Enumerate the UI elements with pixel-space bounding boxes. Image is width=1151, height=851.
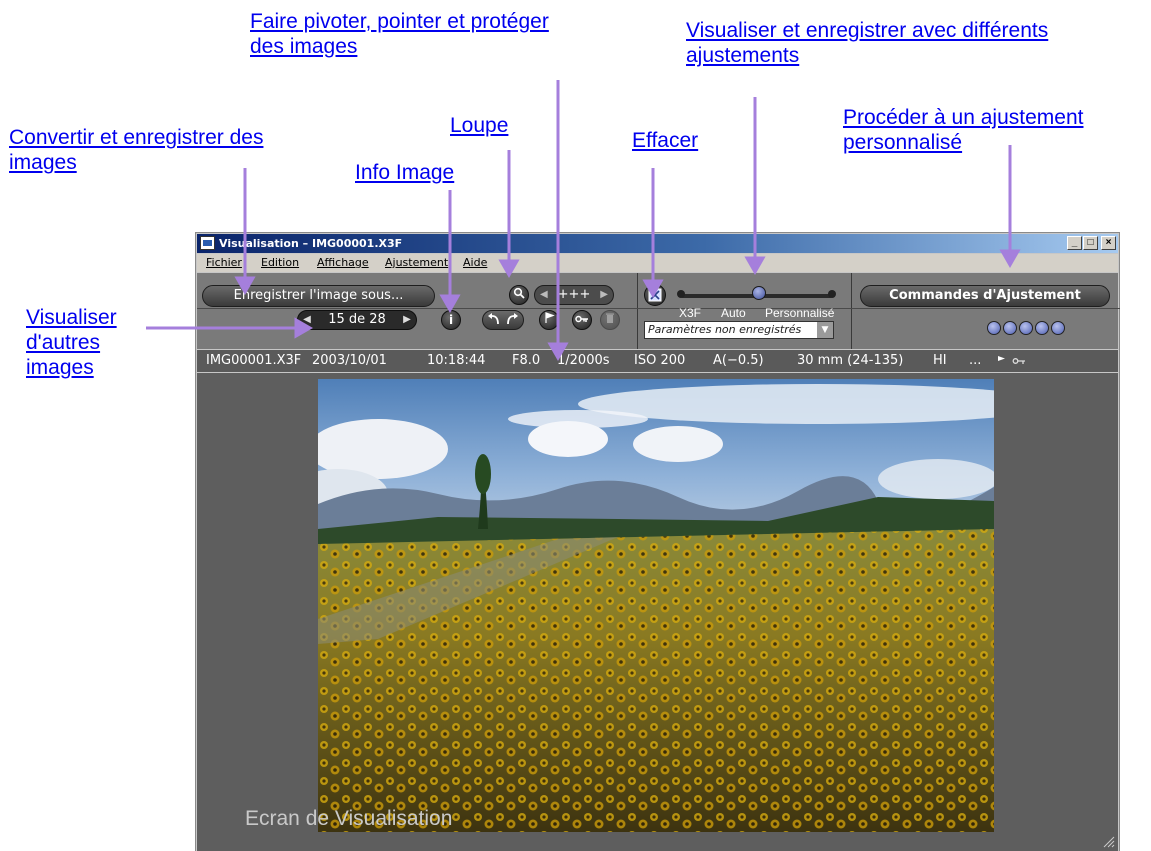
- info-exposure: A(−0.5): [713, 353, 764, 368]
- chevron-down-icon[interactable]: ▼: [817, 322, 833, 338]
- slider-stop-custom[interactable]: [828, 290, 836, 298]
- callout-rotate-flag-protect[interactable]: Faire pivoter, pointer et protéger des i…: [250, 9, 549, 59]
- delete-button[interactable]: [600, 310, 620, 330]
- minimize-button[interactable]: _: [1067, 236, 1082, 250]
- callout-other-images[interactable]: Visualiser d'autres images: [26, 305, 117, 380]
- slider-label-custom: Personnalisé: [765, 306, 835, 320]
- divider: [197, 308, 1120, 309]
- image-navigator: ◀ 15 de 28 ▶: [297, 310, 417, 330]
- preset-dot[interactable]: [1051, 321, 1065, 335]
- menu-affichage[interactable]: Affichage: [317, 256, 369, 269]
- callout-line: Visualiser et enregistrer avec différent…: [686, 19, 1049, 42]
- info-focal: 30 mm (24-135): [797, 353, 904, 368]
- flag-button[interactable]: [539, 310, 559, 330]
- trash-icon: [606, 313, 614, 323]
- preset-dot[interactable]: [1003, 321, 1017, 335]
- photo-sunflower-field[interactable]: [318, 379, 994, 832]
- callout-line: d'autres: [26, 331, 101, 354]
- info-date: 2003/10/01: [312, 353, 387, 368]
- callout-line: Procéder à un ajustement: [843, 106, 1084, 129]
- callout-line: Convertir et enregistrer des: [9, 126, 264, 149]
- rotate-icons: [488, 313, 518, 325]
- viewer-screen-label: Ecran de Visualisation: [245, 807, 453, 830]
- callout-line: des images: [250, 35, 358, 58]
- slider-thumb[interactable]: [752, 286, 766, 300]
- callout-line: ajustements: [686, 44, 800, 67]
- viewer-window: Visualisation – IMG00001.X3F _ □ × Fichi…: [195, 232, 1120, 851]
- info-aperture: F8.0: [512, 353, 541, 368]
- divider: [637, 273, 638, 349]
- close-button[interactable]: ×: [1101, 236, 1116, 250]
- info-filename: IMG00001.X3F: [206, 353, 302, 368]
- preset-dots: [987, 321, 1065, 335]
- menu-bar: Fichier Edition Affichage Ajustement Aid…: [197, 254, 1118, 272]
- next-image-icon[interactable]: ▶: [400, 312, 414, 328]
- menu-edition[interactable]: Edition: [261, 256, 299, 269]
- toolbar: Enregistrer l'image sous... ◀ 15 de 28 ▶…: [197, 273, 1120, 349]
- preset-dot[interactable]: [1035, 321, 1049, 335]
- key-icon: [1012, 358, 1025, 364]
- image-info-bar: IMG00001.X3F 2003/10/01 10:18:44 F8.0 1/…: [197, 350, 1118, 372]
- maximize-button[interactable]: □: [1083, 236, 1098, 250]
- info-time: 10:18:44: [427, 353, 486, 368]
- menu-aide[interactable]: Aide: [463, 256, 487, 269]
- preset-dot[interactable]: [1019, 321, 1033, 335]
- erase-icon: [648, 288, 662, 302]
- image-viewer[interactable]: Ecran de Visualisation: [197, 373, 1118, 851]
- divider: [851, 273, 852, 349]
- app-icon: [200, 236, 215, 250]
- zoom-value: +++: [557, 287, 591, 302]
- key-icon: [575, 315, 588, 323]
- slider-label-x3f: X3F: [679, 306, 702, 320]
- callout-line: images: [26, 356, 94, 379]
- flag-icon: [998, 356, 1005, 366]
- settings-status: Paramètres non enregistrés: [648, 323, 802, 336]
- previous-image-icon[interactable]: ◀: [300, 312, 314, 328]
- zoom-in-icon[interactable]: ▶: [600, 286, 608, 304]
- callout-line: Faire pivoter, pointer et protéger: [250, 10, 549, 33]
- callout-info-image[interactable]: Info Image: [355, 160, 454, 185]
- callout-line: personnalisé: [843, 131, 963, 154]
- info-image-button[interactable]: i: [441, 310, 461, 330]
- callout-convert-save[interactable]: Convertir et enregistrer des images: [9, 125, 263, 175]
- zoom-out-icon[interactable]: ◀: [540, 286, 548, 304]
- info-more: ...: [969, 353, 982, 368]
- title-bar[interactable]: Visualisation – IMG00001.X3F _ □ ×: [197, 234, 1118, 253]
- rotate-buttons: [482, 310, 524, 330]
- loupe-button[interactable]: [509, 285, 529, 305]
- flag-icon: [545, 312, 555, 323]
- info-icon: i: [448, 313, 454, 327]
- callout-line: images: [9, 151, 77, 174]
- protect-button[interactable]: [572, 310, 592, 330]
- menu-ajustement[interactable]: Ajustement: [385, 256, 448, 269]
- info-shutter: 1/2000s: [557, 353, 610, 368]
- menu-fichier[interactable]: Fichier: [206, 256, 242, 269]
- info-quality: HI: [933, 353, 947, 368]
- callout-line: Visualiser: [26, 306, 117, 329]
- info-iso: ISO 200: [634, 353, 686, 368]
- window-title: Visualisation – IMG00001.X3F: [219, 237, 403, 250]
- callout-loupe[interactable]: Loupe: [450, 113, 508, 138]
- adjustment-controls-button[interactable]: Commandes d'Ajustement: [860, 285, 1110, 307]
- settings-select[interactable]: Paramètres non enregistrés ▼: [644, 321, 834, 339]
- magnifier-icon: [513, 287, 525, 299]
- callout-view-save-adjust[interactable]: Visualiser et enregistrer avec différent…: [686, 18, 1048, 68]
- slider-label-auto: Auto: [721, 306, 746, 320]
- callout-custom-adjust[interactable]: Procéder à un ajustement personnalisé: [843, 105, 1083, 155]
- slider-stop-x3f[interactable]: [677, 290, 685, 298]
- zoom-level[interactable]: ◀ +++ ▶: [534, 285, 614, 305]
- effacer-button[interactable]: [644, 284, 666, 306]
- image-position: 15 de 28: [328, 312, 386, 327]
- preset-dot[interactable]: [987, 321, 1001, 335]
- resize-grip-icon[interactable]: [1103, 836, 1115, 848]
- save-image-as-button[interactable]: Enregistrer l'image sous...: [202, 285, 435, 307]
- callout-effacer[interactable]: Effacer: [632, 128, 698, 153]
